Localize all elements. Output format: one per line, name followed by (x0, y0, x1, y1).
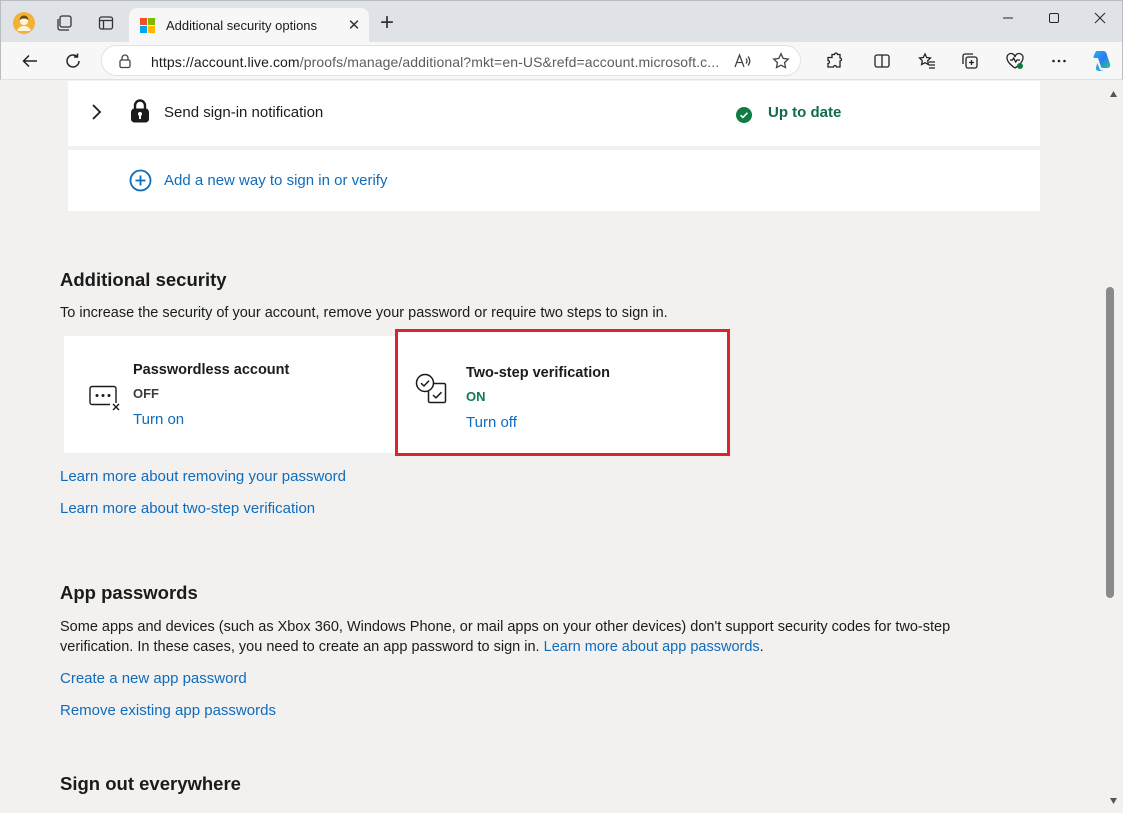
browser-tab-bar: Additional security options ✕ + (0, 0, 1123, 43)
microsoft-logo-icon (140, 18, 155, 33)
page-content: Send sign-in notification Up to date Add… (1, 81, 1105, 812)
status-badge: Up to date (768, 104, 842, 121)
app-passwords-heading: App passwords (60, 582, 198, 603)
add-method-link[interactable]: Add a new way to sign in or verify (164, 172, 387, 189)
passwordless-state: OFF (133, 386, 159, 401)
additional-security-description: To increase the security of your account… (60, 305, 668, 321)
app-passwords-line1: Some apps and devices (such as Xbox 360,… (60, 619, 951, 635)
refresh-icon[interactable] (60, 48, 86, 74)
extensions-icon[interactable] (821, 48, 847, 74)
turn-off-link[interactable]: Turn off (466, 414, 517, 431)
more-options-icon[interactable] (1046, 48, 1072, 74)
copilot-icon[interactable] (1088, 48, 1114, 74)
new-tab-button[interactable]: + (375, 11, 399, 36)
check-circle-icon (736, 107, 752, 128)
scroll-up-icon[interactable] (1109, 85, 1118, 103)
learn-two-step-link[interactable]: Learn more about two-step verification (60, 500, 315, 517)
tab-additional-security[interactable]: Additional security options ✕ (129, 8, 369, 43)
passwordless-card: Passwordless account OFF Turn on (64, 336, 399, 453)
address-bar[interactable]: https://account.live.com/proofs/manage/a… (101, 45, 801, 76)
remove-app-passwords-link[interactable]: Remove existing app passwords (60, 702, 276, 719)
workspaces-icon[interactable] (51, 10, 77, 36)
app-passwords-line2-text: verification. In these cases, you need t… (60, 639, 540, 655)
browser-toolbar: https://account.live.com/proofs/manage/a… (0, 42, 1123, 80)
scrollbar-thumb[interactable] (1106, 287, 1114, 598)
password-off-icon (88, 384, 122, 419)
add-circle-icon[interactable] (129, 169, 152, 197)
app-passwords-line2-end: . (759, 639, 764, 655)
browser-essentials-icon[interactable] (1002, 48, 1028, 74)
tab-close-icon[interactable]: ✕ (344, 15, 364, 35)
favorite-star-icon[interactable] (772, 52, 790, 75)
maximize-icon[interactable] (1031, 5, 1077, 31)
minimize-icon[interactable] (985, 5, 1031, 31)
app-passwords-line2: verification. In these cases, you need t… (60, 637, 764, 657)
two-step-title: Two-step verification (466, 365, 610, 381)
favorites-icon[interactable] (914, 48, 940, 74)
tab-actions-icon[interactable] (93, 10, 119, 36)
two-step-verification-icon (414, 372, 448, 413)
url-host: https://account.live.com (151, 54, 300, 70)
read-aloud-icon[interactable] (733, 52, 751, 75)
chevron-right-icon[interactable] (90, 103, 104, 126)
split-screen-icon[interactable] (869, 48, 895, 74)
sign-out-everywhere-heading: Sign out everywhere (60, 773, 241, 794)
url-path: /proofs/manage/additional?mkt=en-US&refd… (299, 54, 720, 70)
collections-icon[interactable] (957, 48, 983, 74)
back-arrow-icon[interactable] (17, 48, 43, 74)
profile-avatar-icon[interactable] (11, 10, 37, 36)
lock-notification-icon (129, 98, 151, 129)
url-text[interactable]: https://account.live.com/proofs/manage/a… (151, 54, 719, 70)
two-step-verification-card: Two-step verification ON Turn off (395, 329, 730, 456)
signin-notification-label: Send sign-in notification (164, 104, 324, 121)
scroll-down-icon[interactable] (1109, 792, 1118, 810)
add-method-row[interactable]: Add a new way to sign in or verify (68, 150, 1040, 211)
passwordless-title: Passwordless account (133, 362, 290, 378)
signin-notification-row[interactable]: Send sign-in notification Up to date (68, 81, 1040, 146)
learn-removing-password-link[interactable]: Learn more about removing your password (60, 468, 346, 485)
learn-app-passwords-link[interactable]: Learn more about app passwords (544, 639, 760, 655)
turn-on-link[interactable]: Turn on (133, 411, 184, 428)
two-step-state: ON (466, 389, 486, 404)
window-close-icon[interactable] (1077, 5, 1123, 31)
lock-icon[interactable] (117, 53, 133, 74)
tab-title: Additional security options (166, 18, 318, 33)
create-app-password-link[interactable]: Create a new app password (60, 670, 247, 687)
additional-security-heading: Additional security (60, 269, 227, 290)
